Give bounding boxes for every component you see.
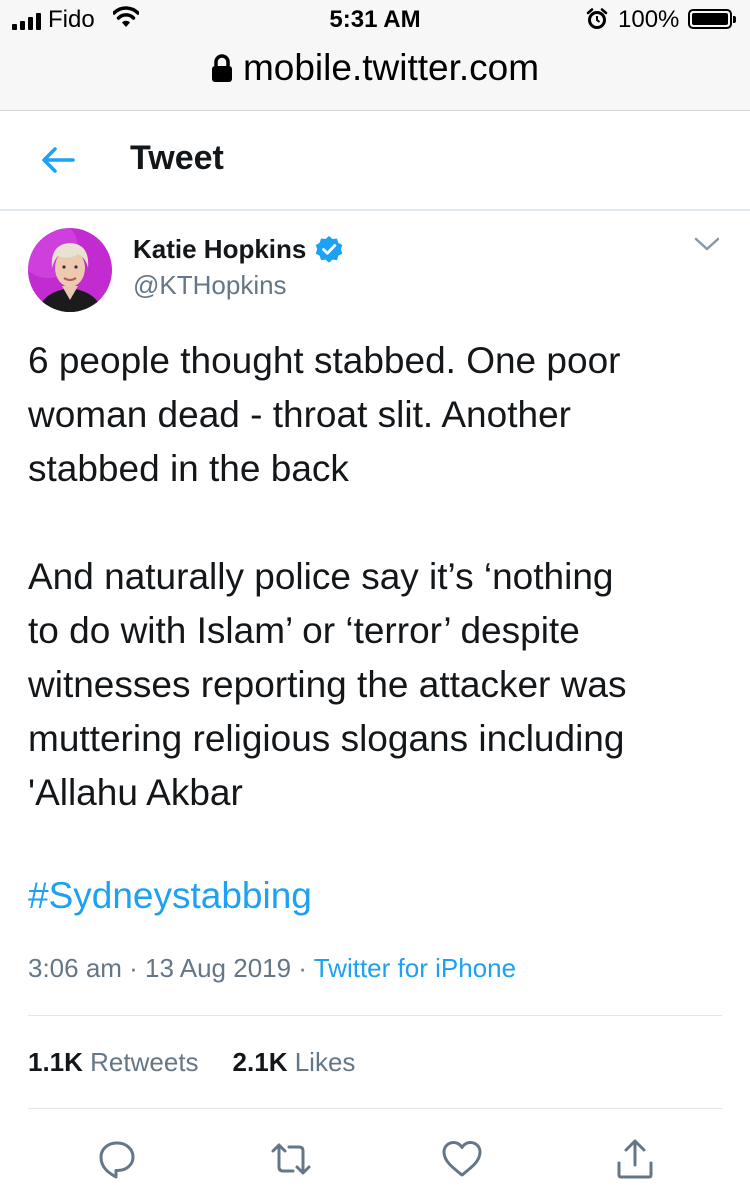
divider bbox=[28, 1108, 722, 1109]
lock-icon bbox=[211, 54, 232, 82]
alarm-icon bbox=[586, 8, 608, 29]
likes-label: Likes bbox=[294, 1047, 356, 1077]
tweet-header: Tweet bbox=[0, 111, 750, 211]
tweet-stats: 1.1K Retweets 2.1K Likes bbox=[28, 1047, 355, 1078]
battery-percent: 100% bbox=[618, 6, 680, 33]
battery-icon bbox=[688, 9, 736, 29]
retweets-label: Retweets bbox=[90, 1047, 199, 1077]
retweets-stat[interactable]: 1.1K Retweets bbox=[28, 1047, 199, 1078]
tweet-meta: 3:06 am · 13 Aug 2019 · Twitter for iPho… bbox=[28, 953, 516, 984]
reply-icon[interactable] bbox=[95, 1137, 139, 1181]
url-text[interactable]: mobile.twitter.com bbox=[243, 47, 539, 89]
verified-badge-icon bbox=[316, 235, 343, 263]
tweet-line: woman dead - throat slit. Another bbox=[28, 394, 571, 435]
likes-stat[interactable]: 2.1K Likes bbox=[233, 1047, 356, 1078]
hashtag-link[interactable]: #Sydneystabbing bbox=[28, 869, 312, 923]
status-bar: Fido 5:31 AM 100% bbox=[0, 0, 750, 40]
avatar-image bbox=[28, 228, 112, 312]
tweet-line: stabbed in the back bbox=[28, 448, 349, 489]
tweet-timestamp: 3:06 am · 13 Aug 2019 · bbox=[28, 953, 314, 983]
tweet-line: to do with Islam’ or ‘terror’ despite bbox=[28, 610, 580, 651]
tweet-text: 6 people thought stabbed. One poor woman… bbox=[28, 334, 728, 820]
tweet-line: And naturally police say it’s ‘nothing bbox=[28, 556, 614, 597]
share-icon[interactable] bbox=[613, 1137, 657, 1181]
avatar[interactable] bbox=[28, 228, 112, 312]
author-handle[interactable]: @KTHopkins bbox=[133, 270, 287, 301]
likes-count: 2.1K bbox=[232, 1047, 288, 1077]
tweet-line: 6 people thought stabbed. One poor bbox=[28, 340, 621, 381]
tweet-line: muttering religious slogans including bbox=[28, 718, 625, 759]
tweet-source-link[interactable]: Twitter for iPhone bbox=[314, 953, 516, 983]
divider bbox=[28, 1015, 722, 1016]
page-title: Tweet bbox=[130, 139, 224, 177]
tweet-line: 'Allahu Akbar bbox=[28, 772, 243, 813]
retweet-icon[interactable] bbox=[269, 1137, 313, 1181]
chevron-down-icon[interactable] bbox=[694, 236, 720, 252]
browser-chrome: Fido 5:31 AM 100% mobile.twitter.com bbox=[0, 0, 750, 111]
tweet-line: witnesses reporting the attacker was bbox=[28, 664, 627, 705]
author-name[interactable]: Katie Hopkins bbox=[133, 234, 306, 265]
like-icon[interactable] bbox=[440, 1137, 484, 1181]
address-bar[interactable]: mobile.twitter.com bbox=[0, 40, 750, 96]
back-arrow-icon[interactable] bbox=[40, 146, 76, 174]
retweets-count: 1.1K bbox=[28, 1047, 83, 1077]
author-name-row[interactable]: Katie Hopkins bbox=[133, 234, 344, 265]
